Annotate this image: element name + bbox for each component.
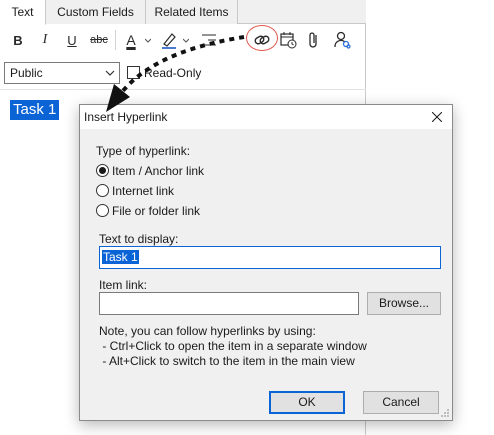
editor-divider [0, 89, 366, 90]
radio-internet-link-label[interactable]: Internet link [112, 184, 174, 198]
paperclip-icon [309, 32, 317, 48]
browse-button[interactable]: Browse... [367, 292, 441, 315]
ok-button[interactable]: OK [269, 391, 345, 414]
tab-text[interactable]: Text [0, 0, 46, 25]
close-button[interactable] [428, 108, 446, 126]
dialog-titlebar[interactable]: Insert Hyperlink [80, 105, 452, 129]
font-color-letter: A [126, 32, 136, 48]
item-link-input[interactable] [99, 292, 359, 315]
radio-file-folder-link-label[interactable]: File or folder link [112, 204, 200, 218]
text-to-display-label: Text to display: [99, 232, 179, 246]
calendar-clock-icon [280, 32, 297, 49]
note-line-1: Note, you can follow hyperlinks by using… [99, 324, 316, 338]
assign-user-button[interactable] [331, 29, 353, 51]
highlight-pen-icon [162, 33, 176, 49]
visibility-select[interactable]: Public [4, 62, 120, 84]
italic-button[interactable]: I [34, 29, 56, 51]
tab-related-items[interactable]: Related Items [146, 0, 238, 24]
tab-custom-fields[interactable]: Custom Fields [46, 0, 146, 24]
toolbar-separator [115, 30, 116, 50]
dialog-title: Insert Hyperlink [84, 110, 168, 124]
tab-bar: Text Custom Fields Related Items [0, 0, 366, 25]
read-only-checkbox[interactable] [127, 66, 140, 79]
bold-button[interactable]: B [7, 29, 29, 51]
radio-item-anchor-link-label[interactable]: Item / Anchor link [112, 164, 204, 178]
task-title-text[interactable]: Task 1 [10, 100, 60, 120]
note-line-2: - Ctrl+Click to open the item in a separ… [99, 339, 367, 353]
highlight-pen-button[interactable] [158, 29, 180, 51]
radio-internet-link[interactable] [96, 184, 109, 197]
text-to-display-input[interactable]: Task 1 [99, 246, 441, 269]
attachment-button[interactable] [303, 29, 325, 51]
visibility-select-value: Public [10, 66, 43, 80]
chevron-down-icon[interactable] [183, 38, 189, 44]
chevron-down-icon [105, 70, 115, 76]
insert-hyperlink-dialog: Insert Hyperlink Type of hyperlink: Item… [79, 104, 453, 421]
indent-icon [202, 34, 216, 46]
strikethrough-button[interactable]: abc [88, 29, 110, 51]
read-only-label: Read-Only [144, 66, 202, 80]
radio-item-anchor-link[interactable] [96, 164, 109, 177]
underline-button[interactable]: U [61, 29, 83, 51]
item-link-label: Item link: [99, 278, 148, 292]
radio-file-folder-link[interactable] [96, 204, 109, 217]
chevron-down-icon[interactable] [145, 38, 151, 44]
cancel-button[interactable]: Cancel [363, 391, 439, 414]
text-to-display-value: Task 1 [102, 250, 139, 264]
calendar-reminder-button[interactable] [277, 29, 299, 51]
indent-button[interactable] [198, 29, 220, 51]
close-icon [432, 112, 442, 122]
hyperlink-type-label: Type of hyperlink: [96, 144, 191, 158]
resize-grip-icon[interactable] [440, 408, 450, 418]
note-line-3: - Alt+Click to switch to the item in the… [99, 354, 355, 368]
highlight-circle [246, 25, 278, 51]
user-link-icon [334, 31, 351, 49]
font-color-button[interactable]: A [120, 29, 142, 51]
